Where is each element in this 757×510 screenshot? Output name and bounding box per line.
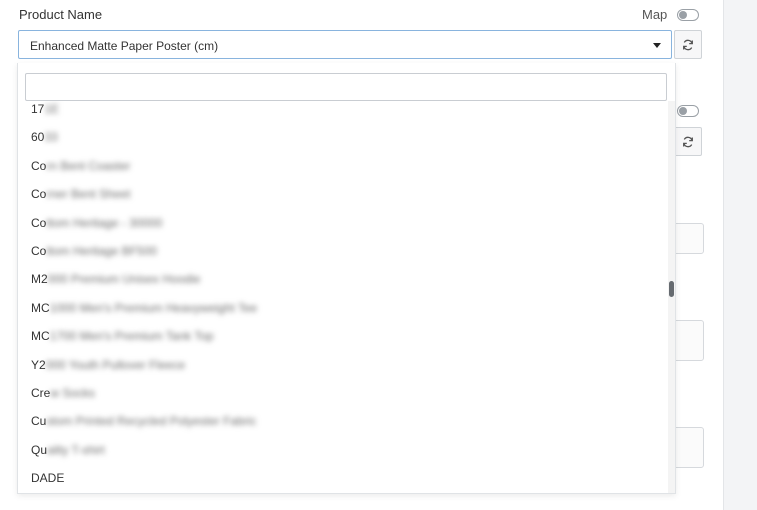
dropdown-option[interactable]: Y2000 Youth Pullover Fleece — [31, 355, 185, 375]
dropdown-option[interactable]: 6033 — [31, 127, 58, 147]
dropdown-option[interactable]: Cottom Heritage - 30000 — [31, 213, 162, 233]
option-label-redacted: ttom Heritage BF500 — [46, 244, 158, 258]
option-label: 17 — [31, 102, 45, 116]
dropdown-option[interactable]: Cottom Heritage BF500 — [31, 241, 157, 261]
option-label-redacted: w Socks — [50, 386, 96, 400]
option-label: Cre — [31, 386, 51, 400]
side-panel-strip — [723, 0, 757, 510]
dropdown-search-input[interactable] — [25, 73, 667, 101]
option-label: M2 — [31, 272, 48, 287]
dropdown-option[interactable]: Quality T-shirt — [31, 440, 105, 460]
option-label: Qu — [31, 442, 48, 457]
dropdown-option[interactable]: 171E — [31, 101, 59, 119]
option-label-redacted: 000 Premium Unisex Hoodie — [47, 272, 201, 287]
option-label-redacted: 000 Youth Pullover Fleece — [45, 357, 186, 372]
option-label-redacted: 1700 Men's Premium Tank Top — [49, 329, 214, 344]
option-label-redacted: 1000 Men's Premium Heavyweight Tee — [49, 300, 258, 315]
dropdown-option[interactable]: Corner Bent Sheet — [31, 184, 130, 204]
product-name-select[interactable]: Enhanced Matte Paper Poster (cm) — [18, 30, 672, 59]
option-label-redacted: rn Bent Coaster — [46, 158, 131, 173]
dropdown-option[interactable]: Crew Socks — [31, 383, 95, 403]
selected-value: Enhanced Matte Paper Poster (cm) — [30, 39, 219, 53]
dropdown-option[interactable]: Corn Bent Coaster — [31, 156, 130, 176]
refresh-icon — [683, 136, 693, 147]
option-label: MC — [31, 329, 50, 344]
dropdown-option[interactable]: DADE — [31, 468, 64, 488]
option-label: Cu — [31, 414, 47, 429]
dropdown-option[interactable]: M2000 Premium Unisex Hoodie — [31, 269, 200, 289]
option-label-redacted: ality T-shirt — [47, 442, 105, 457]
refresh-button[interactable] — [674, 30, 702, 59]
dropdown-option[interactable]: MC1700 Men's Premium Tank Top — [31, 326, 214, 346]
map-label: Map — [642, 7, 668, 22]
option-label-redacted: ttom Heritage - 30000 — [46, 215, 163, 230]
option-label-redacted: stom Printed Recycled Polyester Fabric — [46, 414, 257, 429]
dropdown-options-list: 171E 6033 Corn Bent Coaster Corner Bent She… — [18, 101, 668, 493]
option-label: DADE — [31, 471, 65, 486]
toggle-knob — [679, 11, 687, 19]
option-label: MC — [31, 300, 50, 315]
toggle-knob — [679, 107, 687, 115]
option-label: Co — [31, 215, 47, 230]
product-dropdown: 171E 6033 Corn Bent Coaster Corner Bent She… — [17, 63, 676, 494]
option-label: Co — [31, 187, 47, 202]
dropdown-option[interactable]: Custom Printed Recycled Polyester Fabric — [31, 411, 256, 431]
option-label: Co — [31, 158, 47, 173]
secondary-refresh-button[interactable] — [674, 127, 702, 156]
option-label: 60 — [31, 130, 45, 145]
caret-down-icon — [653, 43, 661, 48]
dropdown-option[interactable]: MC1000 Men's Premium Heavyweight Tee — [31, 298, 257, 318]
map-toggle[interactable] — [677, 9, 699, 21]
option-label-redacted: 33 — [44, 130, 58, 145]
option-label-redacted: rner Bent Sheet — [46, 187, 131, 202]
product-name-label: Product Name — [19, 7, 103, 22]
option-label: Co — [31, 244, 47, 258]
option-label: Y2 — [31, 357, 46, 372]
dropdown-scrollbar[interactable] — [668, 101, 675, 493]
option-label-redacted: 1E — [44, 102, 60, 116]
refresh-icon — [683, 39, 693, 50]
scrollbar-thumb[interactable] — [669, 281, 674, 297]
secondary-toggle[interactable] — [677, 105, 699, 117]
